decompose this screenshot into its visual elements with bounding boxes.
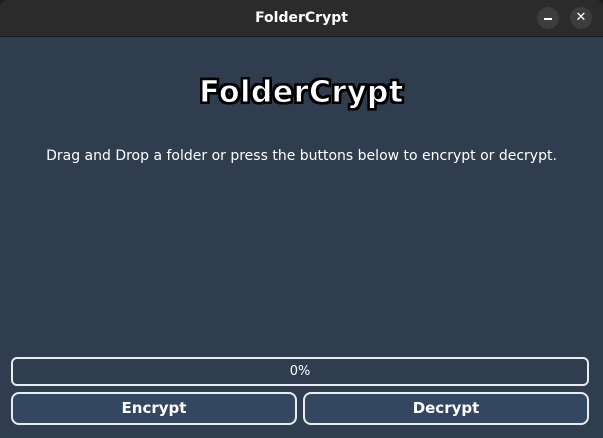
title-bar[interactable]: FolderCrypt ✕ [0,0,603,37]
main-content[interactable]: FolderCrypt Drag and Drop a folder or pr… [0,37,603,438]
app-window: FolderCrypt ✕ FolderCrypt Drag and Drop … [0,0,603,438]
close-button[interactable]: ✕ [570,7,592,29]
encrypt-button[interactable]: Encrypt [11,392,297,425]
window-title: FolderCrypt [255,10,348,26]
decrypt-button[interactable]: Decrypt [303,392,589,425]
minimize-button[interactable] [537,7,559,29]
close-icon: ✕ [575,10,587,25]
minimize-icon [544,18,552,20]
progress-label: 0% [289,364,311,379]
progress-bar: 0% [11,357,589,386]
app-heading: FolderCrypt [199,75,404,111]
instructions-text: Drag and Drop a folder or press the butt… [46,148,557,164]
